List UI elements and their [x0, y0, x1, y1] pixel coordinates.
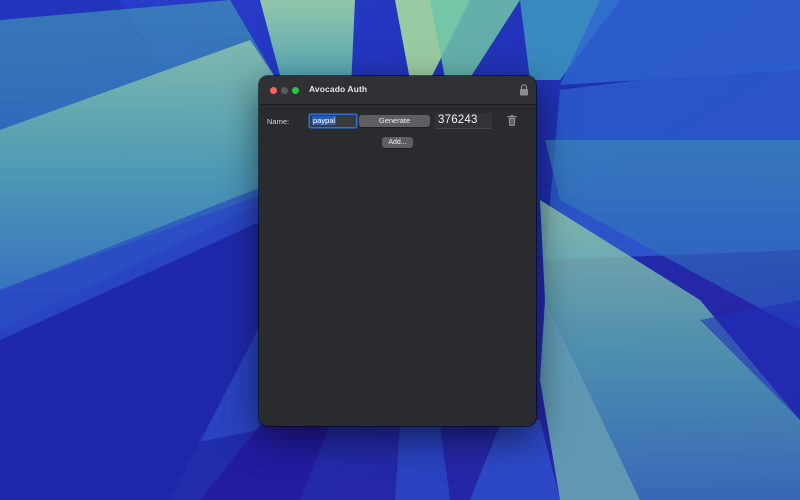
name-input[interactable]: paypal	[309, 114, 357, 128]
window-content: Name: paypal Generate 376243 Add...	[259, 105, 536, 426]
desktop: Avocado Auth Name: paypal Generate 37624…	[0, 0, 800, 500]
generate-button[interactable]: Generate	[359, 115, 430, 127]
name-input-value: paypal	[312, 116, 337, 125]
app-window: Avocado Auth Name: paypal Generate 37624…	[259, 76, 536, 426]
window-titlebar[interactable]: Avocado Auth	[259, 76, 536, 105]
name-label: Name:	[267, 117, 290, 126]
close-window-button[interactable]	[270, 87, 277, 94]
code-field[interactable]: 376243	[435, 113, 492, 129]
lock-icon[interactable]	[519, 84, 529, 96]
minimize-window-button[interactable]	[281, 87, 288, 94]
add-button[interactable]: Add...	[382, 137, 413, 148]
trash-icon[interactable]	[507, 115, 517, 126]
window-title: Avocado Auth	[309, 84, 368, 94]
zoom-window-button[interactable]	[292, 87, 299, 94]
